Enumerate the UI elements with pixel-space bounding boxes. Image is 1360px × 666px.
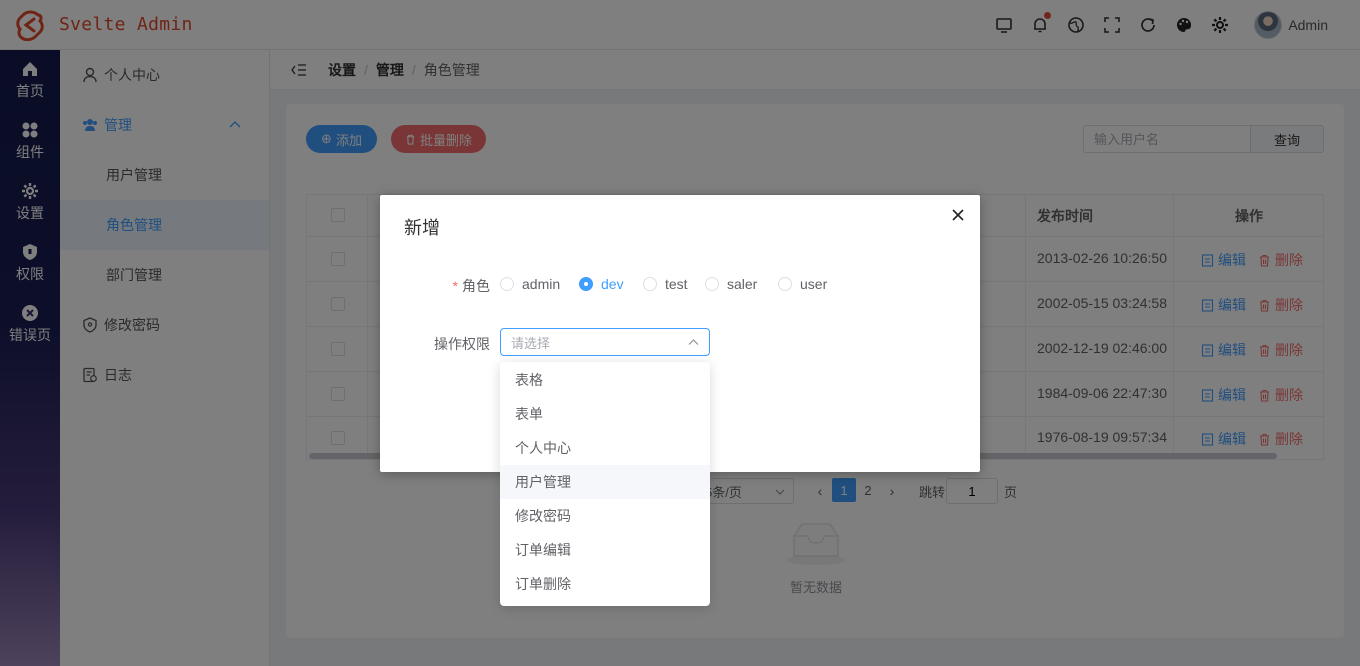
- radio-label: dev: [601, 276, 624, 292]
- radio-admin[interactable]: admin: [500, 276, 560, 292]
- dropdown-option[interactable]: 表单: [500, 397, 710, 431]
- radio-label: user: [800, 276, 828, 292]
- radio-label: admin: [522, 276, 561, 292]
- dialog-title: 新增: [404, 218, 440, 238]
- radio-circle: [643, 277, 657, 291]
- radio-circle: [778, 277, 792, 291]
- select-placeholder: 请选择: [511, 335, 551, 351]
- radio-label: test: [665, 276, 688, 292]
- radio-circle: [579, 277, 593, 291]
- role-label-text: 角色: [462, 278, 490, 294]
- radio-circle: [705, 277, 719, 291]
- dropdown-option[interactable]: 个人中心: [500, 431, 710, 465]
- permission-select[interactable]: 请选择: [500, 328, 710, 356]
- radio-test[interactable]: test: [643, 276, 688, 292]
- dropdown-option-hovered[interactable]: 用户管理: [500, 465, 710, 499]
- close-icon[interactable]: [950, 207, 966, 223]
- permission-label: 操作权限: [434, 336, 490, 352]
- dropdown-option[interactable]: 修改密码: [500, 499, 710, 533]
- radio-user[interactable]: user: [778, 276, 827, 292]
- radio-circle: [500, 277, 514, 291]
- radio-label: saler: [727, 276, 758, 292]
- dropdown-option[interactable]: 表格: [500, 363, 710, 397]
- role-label: * 角色: [452, 278, 490, 294]
- radio-saler[interactable]: saler: [705, 276, 757, 292]
- chevron-up-icon: [688, 339, 699, 345]
- dropdown-option[interactable]: 订单编辑: [500, 533, 710, 567]
- permission-dropdown: 表格 表单 个人中心 用户管理 修改密码 订单编辑 订单删除: [500, 362, 710, 606]
- radio-dev[interactable]: dev: [579, 276, 624, 292]
- dropdown-option[interactable]: 订单删除: [500, 567, 710, 601]
